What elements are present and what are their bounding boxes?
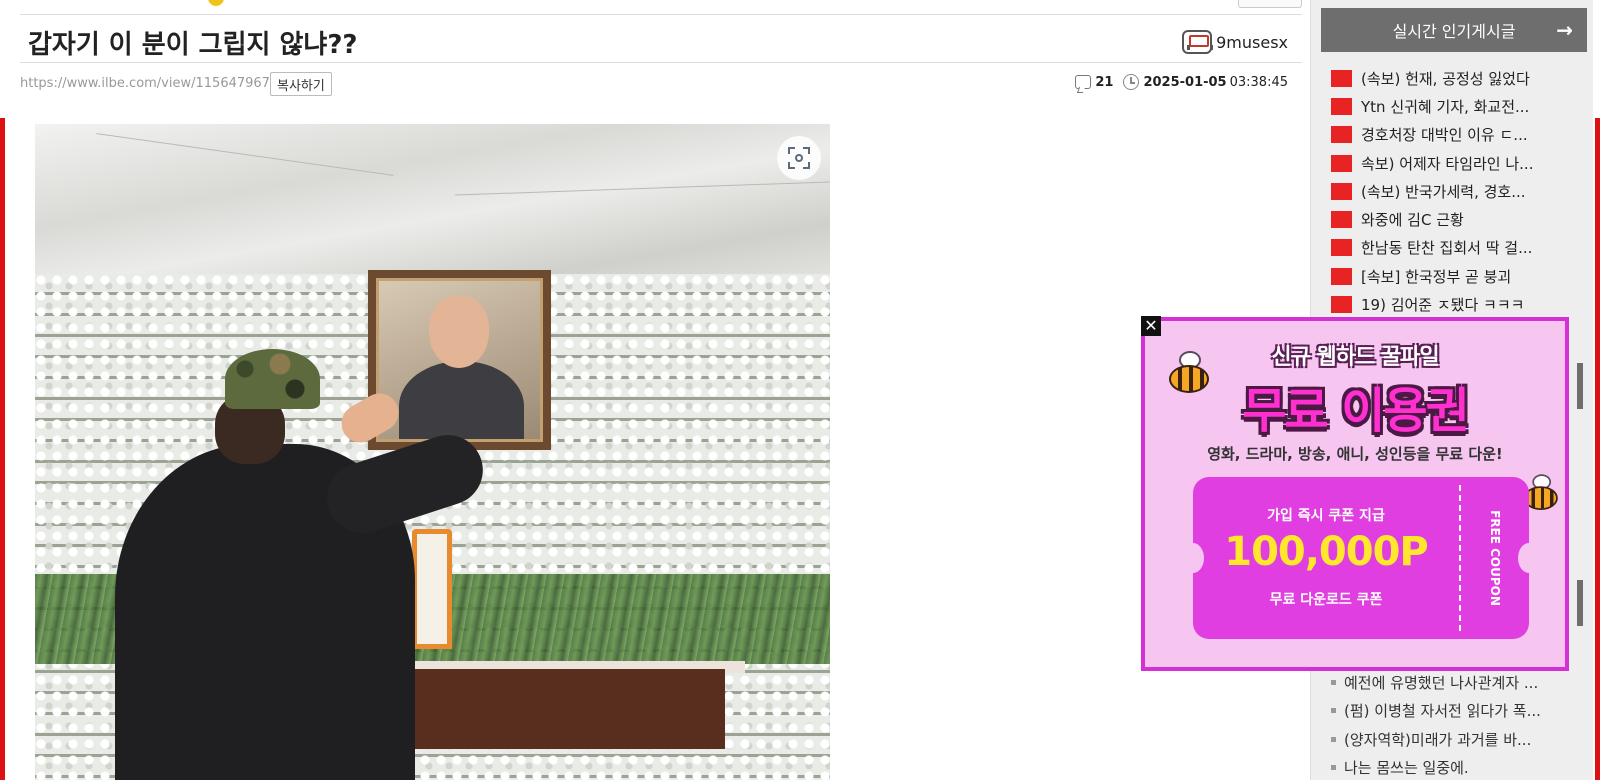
ad-headline: 신규 웹하드 꿀파일 (1271, 345, 1439, 370)
hot-posts-list: (속보) 헌재, 공정성 잃었다 Ytn 신귀혜 기자, 화교전... 경호처장… (1331, 64, 1581, 319)
arrow-right-icon[interactable]: → (1556, 18, 1573, 42)
hot-post-item[interactable]: 19) 김어준 ㅈ됐다 ㅋㅋㅋ (1331, 290, 1581, 318)
hot-post-title[interactable]: Ytn 신귀혜 기자, 화교전... (1361, 96, 1529, 117)
bullet-icon (1331, 679, 1336, 685)
post-date: 2025-01-05 (1143, 74, 1227, 90)
red-square-icon (1331, 296, 1352, 314)
hot-post-item[interactable]: 속보) 어제자 타임라인 나... (1331, 149, 1581, 177)
coupon-subtitle: 가입 즉시 쿠폰 지급 (1267, 508, 1385, 524)
hot-post-title[interactable]: 속보) 어제자 타임라인 나... (1361, 153, 1533, 174)
coupon-amount: 100,000P (1224, 529, 1429, 575)
post-photo[interactable] (35, 124, 830, 780)
red-square-icon (1331, 154, 1352, 172)
left-red-border (0, 118, 5, 780)
other-post-item[interactable]: 나는 몸쓰는 일중에. (1331, 754, 1581, 780)
other-post-item[interactable]: (양자역학)미래가 과거를 바... (1331, 725, 1581, 754)
popup-ad[interactable]: 신규 웹하드 꿀파일 무료 이용권 영화, 드라마, 방송, 애니, 성인등을 … (1141, 317, 1569, 671)
red-square-icon (1331, 97, 1352, 115)
coupon-footer: 무료 다운로드 쿠폰 (1269, 592, 1383, 608)
saluting-arm (318, 425, 492, 543)
level-icon (1182, 30, 1214, 54)
hot-post-title[interactable]: 19) 김어준 ㅈ됐다 ㅋㅋㅋ (1361, 294, 1524, 315)
ad-description: 영화, 드라마, 방송, 애니, 성인등을 무료 다운! (1207, 445, 1503, 463)
hot-post-title[interactable]: [속보] 한국정부 곧 붕괴 (1361, 266, 1511, 287)
other-post-title[interactable]: (양자역학)미래가 과거를 바... (1344, 729, 1531, 750)
close-icon[interactable]: ✕ (1141, 316, 1161, 336)
hot-post-item[interactable]: (속보) 헌재, 공정성 잃었다 (1331, 64, 1581, 92)
ticket-notch (1518, 543, 1540, 573)
post-stats: 21 2025-01-05 03:38:45 (1075, 74, 1288, 90)
post-title-row: 갑자기 이 분이 그립지 않냐?? 9musesx (20, 16, 1302, 63)
right-red-border (1595, 118, 1600, 780)
copy-url-button[interactable]: 복사하기 (270, 72, 332, 96)
hot-post-item[interactable]: 경호처장 대박인 이유 ㄷ... (1331, 121, 1581, 149)
image-search-button[interactable] (777, 136, 821, 180)
clock-icon (1123, 74, 1140, 90)
other-post-title[interactable]: 예전에 유명했던 나사관계자 ... (1344, 672, 1538, 693)
other-posts-list: 예전에 유명했던 나사관계자 ... (펌) 이병철 자서전 읽다가 폭... … (1331, 668, 1581, 780)
post-title-emphasis: ?? (327, 30, 358, 60)
hot-post-item[interactable]: [속보] 한국정부 곧 붕괴 (1331, 262, 1581, 290)
author[interactable]: 9musesx (1182, 30, 1288, 54)
post-url: https://www.ilbe.com/view/11564796750 (20, 76, 287, 91)
ticket-perforation (1459, 485, 1461, 631)
top-toolbar-cut (20, 0, 1302, 15)
hot-post-title[interactable]: 한남동 탄찬 집회서 딱 걸... (1361, 237, 1532, 258)
hot-post-item[interactable]: 와중에 김C 근황 (1331, 205, 1581, 233)
page: 갑자기 이 분이 그립지 않냐?? 9musesx https://www.il… (0, 0, 1600, 780)
saluting-hand (334, 386, 406, 450)
hot-post-title[interactable]: (속보) 반국가세력, 경호... (1361, 181, 1526, 202)
lens-icon (788, 147, 810, 169)
coupon-ticket[interactable]: 가입 즉시 쿠폰 지급 100,000P 무료 다운로드 쿠폰 FREE COU… (1182, 477, 1540, 639)
other-post-title[interactable]: 나는 몸쓰는 일중에. (1344, 757, 1469, 778)
hot-post-title[interactable]: 경호처장 대박인 이유 ㄷ... (1361, 124, 1528, 145)
red-square-icon (1331, 211, 1352, 229)
post-meta: https://www.ilbe.com/view/11564796750 복사… (20, 70, 1302, 98)
red-square-icon (1331, 267, 1352, 285)
bullet-icon (1331, 765, 1336, 771)
sidebar-section-tab[interactable] (1577, 363, 1583, 409)
author-name[interactable]: 9musesx (1216, 33, 1288, 52)
hot-post-item[interactable]: (속보) 반국가세력, 경호... (1331, 177, 1581, 205)
other-post-item[interactable]: (펌) 이병철 자서전 읽다가 폭... (1331, 697, 1581, 726)
hot-post-title[interactable]: (속보) 헌재, 공정성 잃었다 (1361, 68, 1530, 89)
camouflage-cap (225, 349, 320, 409)
hot-post-title[interactable]: 와중에 김C 근황 (1361, 209, 1464, 230)
red-square-icon (1331, 182, 1352, 200)
red-square-icon (1331, 239, 1352, 257)
star-icon (208, 0, 224, 6)
other-post-item[interactable]: 예전에 유명했던 나사관계자 ... (1331, 668, 1581, 697)
hot-posts-header[interactable]: 실시간 인기게시글 → (1321, 8, 1587, 52)
red-square-icon (1331, 126, 1352, 144)
saluting-man (115, 349, 495, 780)
comment-count[interactable]: 21 (1095, 75, 1113, 90)
toolbar-button[interactable] (1238, 0, 1302, 8)
red-square-icon (1331, 69, 1352, 87)
marble-wall (35, 124, 830, 284)
coupon-side-label: FREE COUPON (1488, 510, 1502, 606)
hot-posts-title: 실시간 인기게시글 (1392, 22, 1516, 41)
bullet-icon (1331, 708, 1336, 714)
hot-post-item[interactable]: Ytn 신귀혜 기자, 화교전... (1331, 92, 1581, 120)
bullet-icon (1331, 736, 1336, 742)
post-title-text: 갑자기 이 분이 그립지 않냐 (28, 30, 328, 60)
ad-main-title: 무료 이용권 (1242, 383, 1470, 439)
sidebar-section-tab[interactable] (1577, 580, 1583, 626)
other-post-title[interactable]: (펌) 이병철 자서전 읽다가 폭... (1344, 700, 1541, 721)
post-title: 갑자기 이 분이 그립지 않냐?? (28, 24, 358, 61)
hot-post-item[interactable]: 한남동 탄찬 집회서 딱 걸... (1331, 234, 1581, 262)
comment-icon (1075, 75, 1092, 89)
post-time: 03:38:45 (1229, 74, 1288, 90)
